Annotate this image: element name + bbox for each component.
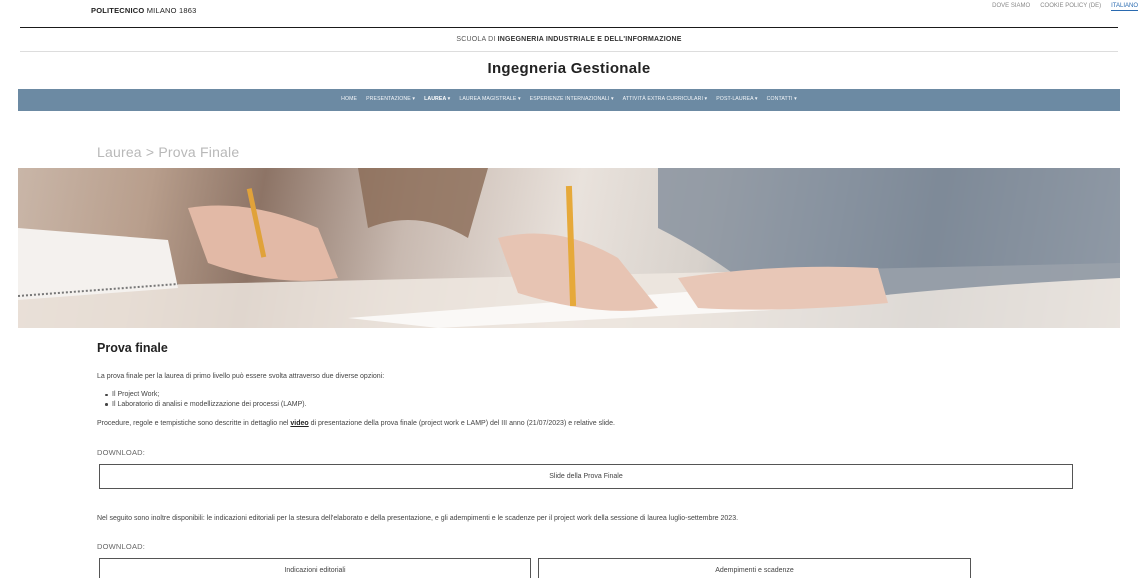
nav-item-home[interactable]: HOME (341, 96, 357, 102)
intro-text: La prova finale per la laurea di primo l… (97, 373, 385, 380)
options-list: Il Project Work; Il Laboratorio di anali… (105, 390, 307, 409)
download-label-2: DOWNLOAD: (97, 542, 146, 551)
adempimenti-scadenze-button[interactable]: Adempimenti e scadenze (538, 558, 971, 578)
school-prefix: SCUOLA DI (456, 36, 498, 43)
section-heading: Prova finale (97, 341, 168, 355)
download-label-1: DOWNLOAD: (97, 448, 146, 457)
site-title[interactable]: Ingegneria Gestionale (0, 60, 1138, 77)
nav-item-esperienze-internazionali[interactable]: ESPERIENZE INTERNAZIONALI ▾ (530, 96, 614, 102)
indicazioni-editoriali-button[interactable]: Indicazioni editoriali (99, 558, 531, 578)
top-link-location[interactable]: DOVE SIAMO (992, 3, 1030, 11)
top-link-language[interactable]: ITALIANO (1111, 3, 1138, 11)
top-divider (20, 27, 1118, 28)
nav-item-contatti[interactable]: CONTATTI ▾ (767, 96, 797, 102)
list-item-project-work: Il Project Work; (105, 390, 307, 400)
brand-rest: MILANO 1863 (144, 6, 197, 15)
nav-item-post-laurea[interactable]: POST-LAUREA ▾ (716, 96, 757, 102)
hero-illustration (18, 168, 1120, 328)
top-bar: POLITECNICO MILANO 1863 DOVE SIAMO COOKI… (0, 0, 1138, 26)
school-name[interactable]: SCUOLA DI INGEGNERIA INDUSTRIALE E DELL'… (0, 36, 1138, 43)
header-divider (20, 51, 1118, 52)
nav-items: HOME PRESENTAZIONE ▾ LAUREA ▾ LAUREA MAG… (18, 96, 1120, 102)
top-links: DOVE SIAMO COOKIE POLICY (DE) ITALIANO (992, 3, 1138, 11)
video-link[interactable]: video (290, 420, 308, 427)
list-item-lamp: Il Laboratorio di analisi e modellizzazi… (105, 400, 307, 408)
top-link-cookie[interactable]: COOKIE POLICY (DE) (1040, 3, 1101, 11)
procedure-text-after: di presentazione della prova finale (pro… (308, 420, 615, 427)
school-title: INGEGNERIA INDUSTRIALE E DELL'INFORMAZIO… (497, 36, 682, 43)
hero-image (18, 168, 1120, 328)
slide-prova-finale-button[interactable]: Slide della Prova Finale (99, 464, 1073, 489)
nav-item-laurea-magistrale[interactable]: LAUREA MAGISTRALE ▾ (459, 96, 520, 102)
brand-bold: POLITECNICO (91, 6, 145, 15)
page-breadcrumb: Laurea > Prova Finale (97, 144, 240, 160)
nav-item-presentazione[interactable]: PRESENTAZIONE ▾ (366, 96, 415, 102)
procedure-text: Procedure, regole e tempistiche sono des… (97, 420, 615, 427)
main-nav: HOME PRESENTAZIONE ▾ LAUREA ▾ LAUREA MAG… (18, 89, 1120, 111)
procedure-text-before: Procedure, regole e tempistiche sono des… (97, 420, 291, 427)
followup-text: Nel seguito sono inoltre disponibili: le… (97, 515, 739, 522)
nav-item-laurea[interactable]: LAUREA ▾ (424, 96, 450, 102)
university-logo[interactable]: POLITECNICO MILANO 1863 (91, 6, 196, 15)
nav-item-attivita-extra[interactable]: ATTIVITÀ EXTRA CURRICULARI ▾ (623, 96, 708, 102)
